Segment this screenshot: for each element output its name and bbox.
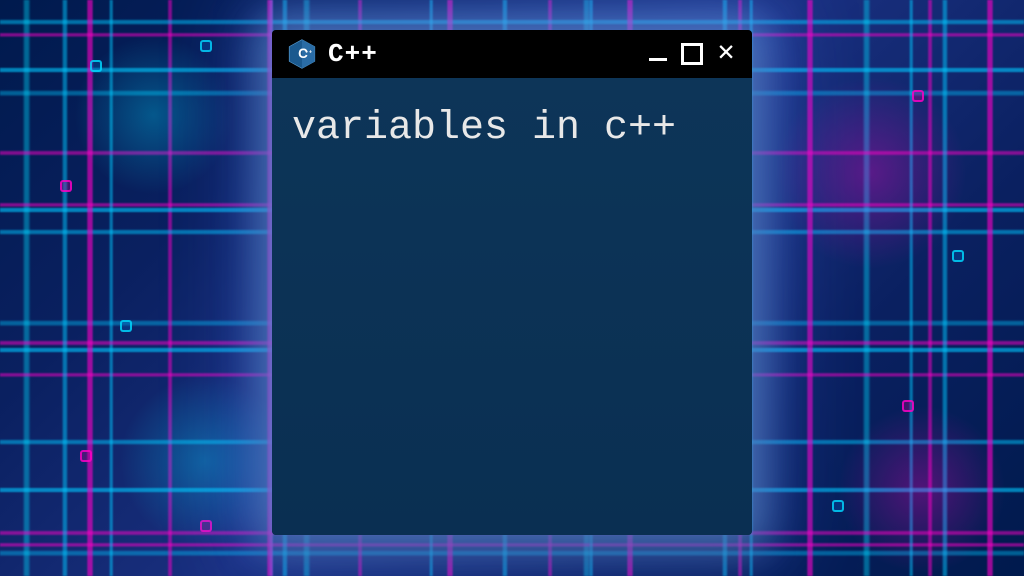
cpp-logo-icon: C + + <box>286 38 318 70</box>
circuit-node <box>200 520 212 532</box>
circuit-node <box>912 90 924 102</box>
circuit-node <box>120 320 132 332</box>
window-controls: ✕ <box>646 42 738 66</box>
circuit-node <box>90 60 102 72</box>
svg-text:+: + <box>305 49 308 55</box>
window-title: C++ <box>328 39 636 69</box>
circuit-node <box>80 450 92 462</box>
circuit-node <box>832 500 844 512</box>
terminal-window: C + + C++ ✕ variables in c++ <box>272 30 752 535</box>
minimize-button[interactable] <box>646 42 670 66</box>
close-button[interactable]: ✕ <box>714 42 738 66</box>
circuit-node <box>902 400 914 412</box>
content-text: variables in c++ <box>292 102 732 156</box>
maximize-button[interactable] <box>680 42 704 66</box>
circuit-node <box>200 40 212 52</box>
titlebar[interactable]: C + + C++ ✕ <box>272 30 752 78</box>
svg-text:+: + <box>309 49 312 55</box>
circuit-node <box>60 180 72 192</box>
terminal-content: variables in c++ <box>272 78 752 535</box>
circuit-node <box>952 250 964 262</box>
